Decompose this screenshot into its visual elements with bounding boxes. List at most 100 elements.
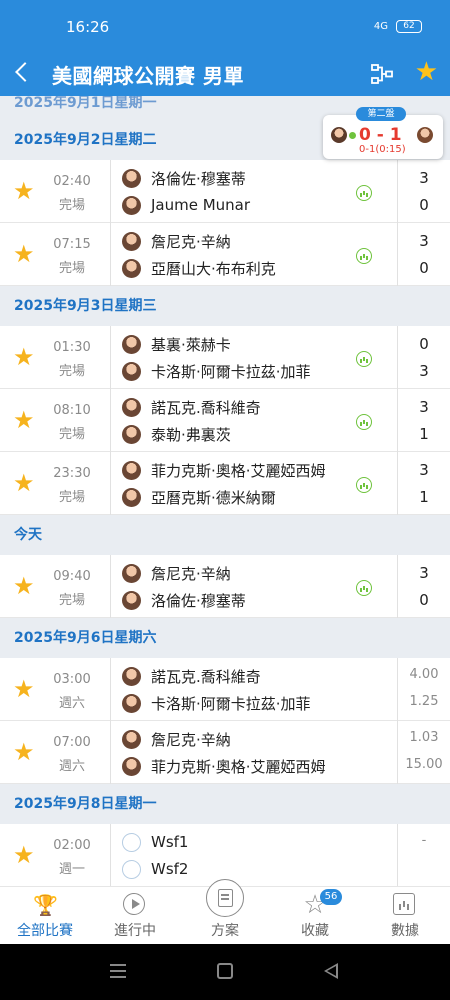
date-header: 2025年9月3日星期三 — [0, 286, 450, 326]
tab-chart[interactable]: 數據 — [360, 887, 450, 945]
avatar — [122, 258, 141, 278]
page-title: 美國網球公開賽 男單 — [52, 64, 244, 88]
odds-value: - — [421, 833, 427, 848]
odds-value: 1.25 — [409, 694, 439, 709]
player-name: 泰勒·弗裏茨 — [151, 425, 231, 444]
match-status: 完場 — [58, 490, 85, 505]
match-row[interactable]: ★ 07:00 週六 詹尼克·辛納 菲力克斯·奧格·艾麗婭西姆 1.03 15.00 — [0, 721, 450, 784]
trophy-icon: 🏆 — [33, 893, 58, 917]
divider — [110, 555, 111, 618]
divider — [110, 326, 111, 389]
star-icon[interactable]: ★ — [13, 344, 35, 370]
score-value: 0 — [419, 259, 429, 277]
live-score-card[interactable]: 第二盤 0 - 1 0-1(0:15) — [323, 107, 443, 159]
score-value: 3 — [419, 461, 429, 479]
match-time: 07:15 — [53, 237, 91, 252]
tab-play[interactable]: 進行中 — [90, 887, 180, 945]
avatar — [122, 397, 141, 417]
divider — [110, 721, 111, 784]
avatar — [122, 563, 141, 583]
stats-icon[interactable] — [356, 185, 372, 201]
score-value: 0 — [419, 591, 429, 609]
match-row[interactable]: ★ 02:00 週一 Wsf1 Wsf2 - — [0, 824, 450, 886]
player-name: 卡洛斯·阿爾卡拉茲·加菲 — [151, 694, 311, 713]
star-icon[interactable]: ★ — [13, 573, 35, 599]
match-status: 週六 — [58, 696, 85, 711]
match-row[interactable]: ★ 02:40 完場 洛倫佐·穆塞蒂 Jaume Munar 3 0 — [0, 160, 450, 223]
live-score: 0 - 1 — [359, 125, 402, 145]
player-name: Jaume Munar — [151, 196, 251, 214]
avatar — [122, 168, 141, 188]
home-icon[interactable] — [217, 963, 233, 979]
player-name: 洛倫佐·穆塞蒂 — [151, 169, 246, 188]
favorite-star-icon[interactable]: ★ — [415, 58, 438, 86]
match-time: 02:00 — [53, 838, 91, 853]
player-row: 卡洛斯·阿爾卡拉茲·加菲 — [122, 693, 311, 713]
tab-label: 全部比賽 — [17, 923, 73, 939]
match-time: 02:40 — [53, 174, 91, 189]
star-icon[interactable]: ★ — [13, 470, 35, 496]
star-icon[interactable]: ★ — [13, 842, 35, 868]
star-icon[interactable]: ★ — [13, 739, 35, 765]
stats-icon[interactable] — [356, 351, 372, 367]
tab-trophy[interactable]: 🏆 全部比賽 — [0, 887, 90, 945]
avatar — [122, 231, 141, 251]
match-list: 2025年9月1日星期一 2025年9月2日星期二 ★ 02:40 完場 洛倫佐·穆塞蒂 J… — [0, 96, 450, 886]
match-row[interactable]: ★ 01:30 完場 基裏·萊赫卡 卡洛斯·阿爾卡拉茲·加菲 0 3 — [0, 326, 450, 389]
match-time: 08:10 — [53, 403, 91, 418]
nav-back-icon[interactable] — [324, 963, 338, 979]
menu-icon[interactable] — [110, 964, 126, 978]
player-name: 詹尼克·辛納 — [151, 232, 231, 251]
odds-value: 15.00 — [405, 757, 443, 772]
match-status: 週一 — [58, 862, 85, 877]
player-row: 亞曆克斯·德米納爾 — [122, 487, 276, 507]
tab-plan[interactable]: 方案 — [180, 879, 270, 945]
player-row: 卡洛斯·阿爾卡拉茲·加菲 — [122, 361, 311, 381]
stats-icon[interactable] — [356, 414, 372, 430]
match-time: 07:00 — [53, 735, 91, 750]
match-row[interactable]: ★ 23:30 完場 菲力克斯·奧格·艾麗婭西姆亞曆克斯·德米納爾 3 1 — [0, 452, 450, 515]
play-icon — [123, 893, 145, 915]
player-name: 菲力克斯·奧格·艾麗婭西姆 — [151, 757, 326, 776]
avatar — [122, 334, 141, 354]
odds-value: 4.00 — [409, 667, 439, 682]
tab-star[interactable]: ☆ 56 收藏 — [270, 887, 360, 945]
divider — [110, 223, 111, 286]
player-row: Wsf1 — [122, 832, 188, 852]
match-row[interactable]: ★ 08:10 完場 諾瓦克.喬科維奇 泰勒·弗裏茨 3 1 — [0, 389, 450, 452]
player-name: 諾瓦克.喬科維奇 — [151, 398, 261, 417]
tab-label: 收藏 — [301, 923, 329, 939]
match-row[interactable]: ★ 07:15 完場 詹尼克·辛納 亞曆山大·布布利克 3 0 — [0, 223, 450, 286]
avatar — [122, 487, 141, 507]
odds-value: 1.03 — [409, 730, 439, 745]
player-name: 菲力克斯·奧格·艾麗婭西姆 — [151, 461, 326, 480]
avatar — [122, 424, 141, 444]
match-row[interactable]: ★ 09:40 完場 詹尼克·辛納 洛倫佐·穆塞蒂 3 0 — [0, 555, 450, 618]
star-icon[interactable]: ★ — [13, 407, 35, 433]
match-time: 01:30 — [53, 340, 91, 355]
bracket-icon[interactable] — [370, 62, 394, 86]
player-row: 基裏·萊赫卡 — [122, 334, 231, 354]
back-icon[interactable] — [12, 58, 36, 86]
score-value: 1 — [419, 488, 429, 506]
match-time: 23:30 — [53, 466, 91, 481]
star-icon[interactable]: ★ — [13, 178, 35, 204]
battery-icon: 62 — [396, 20, 422, 33]
avatar — [331, 127, 347, 143]
stats-icon[interactable] — [356, 580, 372, 596]
player-row: 諾瓦克.喬科維奇 — [122, 397, 261, 417]
app-root: 16:26 4G 62 美國網球公開賽 男單 ★ 2025年9月1日星期一 202… — [0, 0, 450, 1000]
avatar — [122, 859, 141, 879]
score-value: 3 — [419, 398, 429, 416]
star-icon[interactable]: ★ — [13, 676, 35, 702]
stats-icon[interactable] — [356, 248, 372, 264]
match-row[interactable]: ★ 03:00 週六 諾瓦克.喬科維奇 卡洛斯·阿爾卡拉茲·加菲 4.00 1.25 — [0, 658, 450, 721]
plan-icon — [206, 879, 244, 917]
score-value: 3 — [419, 362, 429, 380]
divider — [110, 658, 111, 721]
player-row: 亞曆山大·布布利克 — [122, 258, 276, 278]
player-row: Wsf2 — [122, 859, 188, 879]
player-row: 洛倫佐·穆塞蒂 — [122, 590, 246, 610]
stats-icon[interactable] — [356, 477, 372, 493]
star-icon[interactable]: ★ — [13, 241, 35, 267]
